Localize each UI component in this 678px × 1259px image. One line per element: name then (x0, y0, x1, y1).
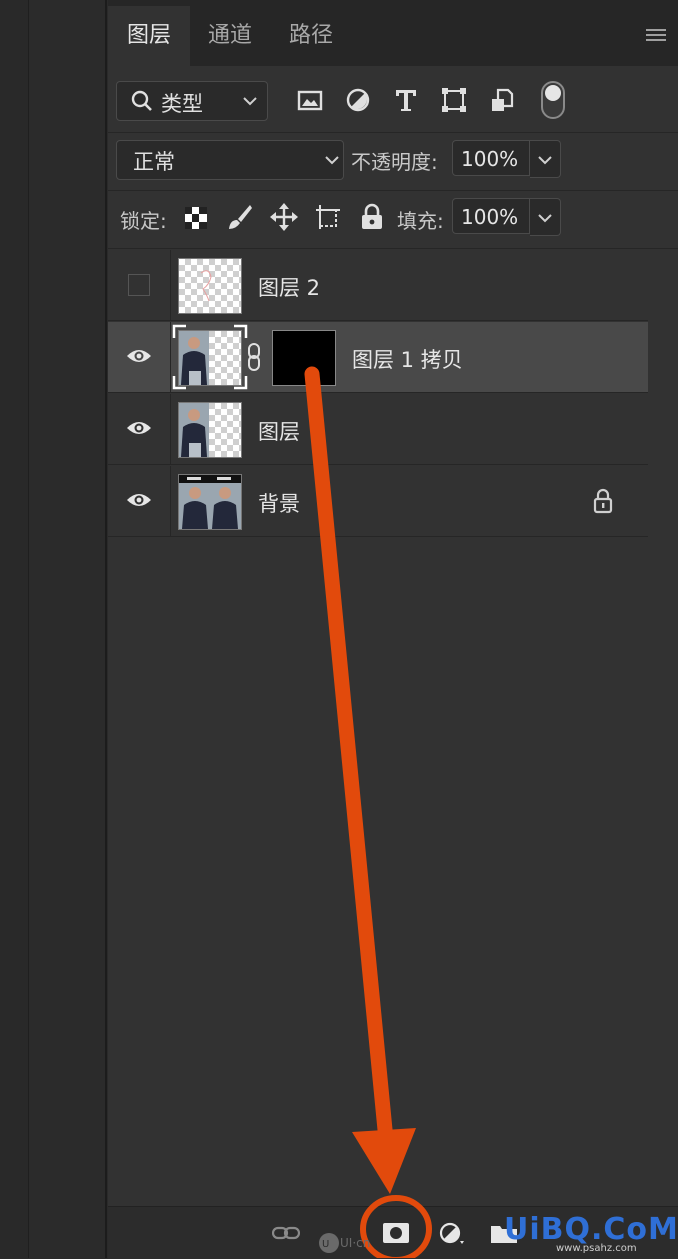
lock-artboard-icon[interactable] (314, 202, 342, 232)
tab-paths[interactable]: 路径 (270, 6, 352, 66)
layer-name: 图层 2 (258, 276, 321, 300)
adjustment-layer-icon[interactable] (438, 1221, 466, 1245)
adjustment-filter-icon[interactable] (344, 86, 372, 114)
shape-filter-icon[interactable] (440, 86, 468, 114)
blend-mode-label: 正常 (133, 150, 175, 174)
visibility-column (108, 322, 171, 392)
panel-menu-icon[interactable] (646, 28, 666, 44)
divider (108, 132, 678, 133)
visibility-column (108, 250, 171, 320)
chevron-down-icon (325, 156, 339, 165)
lock-all-icon[interactable] (358, 202, 386, 232)
panel-tabs: 图层 通道 路径 (108, 6, 678, 66)
layer-row[interactable]: 图层 2 (108, 250, 648, 321)
visibility-column (108, 394, 171, 464)
divider (108, 190, 678, 191)
tab-channels[interactable]: 通道 (190, 6, 270, 66)
chevron-down-icon (243, 97, 257, 106)
opacity-label: 不透明度: (351, 150, 438, 174)
type-filter-icon[interactable] (392, 86, 420, 114)
watermark-ui: UI·cn (340, 1236, 371, 1250)
svg-text:U: U (322, 1239, 329, 1250)
watermark-site: UiBQ.CoM (504, 1212, 678, 1247)
chevron-down-icon (538, 214, 552, 223)
layer-content-sketch (200, 270, 212, 302)
opacity-input[interactable]: 100% (452, 140, 530, 176)
image-filter-icon[interactable] (296, 86, 324, 114)
lock-position-icon[interactable] (270, 202, 298, 232)
tab-layers[interactable]: 图层 (108, 6, 190, 66)
selection-frame-icon (172, 324, 248, 390)
blend-mode-select[interactable]: 正常 (116, 140, 344, 180)
layers-panel: 图层 通道 路径 类型 正常 不透明度: 100% 锁定: 填充: 100% 图… (108, 0, 678, 1259)
layer-thumbnail (178, 402, 242, 458)
lock-label: 锁定: (120, 209, 167, 233)
layer-thumbnail (178, 258, 242, 314)
watermark-url: www.psahz.com (556, 1243, 637, 1254)
layer-name: 图层 1 拷贝 (352, 348, 463, 372)
lock-icon[interactable] (592, 488, 614, 514)
background-photo-icon (179, 475, 241, 529)
visibility-column (108, 466, 171, 536)
opacity-dropdown[interactable] (530, 140, 561, 178)
filter-kind-label: 类型 (161, 92, 203, 116)
layer-row[interactable]: 图层 (108, 394, 648, 465)
filter-kind-select[interactable]: 类型 (116, 81, 268, 121)
smart-object-filter-icon[interactable] (488, 86, 516, 114)
chevron-down-icon (538, 156, 552, 165)
layer-row-selected[interactable]: 图层 1 拷贝 (108, 322, 648, 393)
left-dock-column (29, 0, 107, 1258)
lock-transparent-icon[interactable] (182, 202, 210, 232)
link-layers-icon[interactable] (272, 1221, 300, 1245)
eye-icon[interactable] (126, 418, 152, 438)
person-figure-icon (179, 403, 209, 457)
lock-image-icon[interactable] (226, 202, 254, 232)
filter-toggle-icon[interactable] (540, 80, 566, 120)
layer-row[interactable]: 背景 (108, 466, 648, 537)
search-icon (131, 90, 152, 111)
add-mask-icon[interactable] (382, 1221, 410, 1245)
divider (108, 248, 678, 249)
eye-icon[interactable] (126, 346, 152, 366)
watermark-logo-icon: U (319, 1233, 339, 1253)
fill-dropdown[interactable] (530, 198, 561, 236)
link-chain-icon[interactable] (246, 342, 262, 372)
fill-input[interactable]: 100% (452, 198, 530, 234)
layer-thumbnail (178, 474, 242, 530)
eye-icon[interactable] (126, 490, 152, 510)
fill-label: 填充: (397, 209, 444, 233)
visibility-toggle-off[interactable] (128, 274, 150, 296)
layer-mask-thumbnail[interactable] (272, 330, 336, 386)
left-toolbar-edge (0, 0, 29, 1258)
layer-name: 背景 (258, 492, 300, 516)
layer-name: 图层 (258, 420, 300, 444)
